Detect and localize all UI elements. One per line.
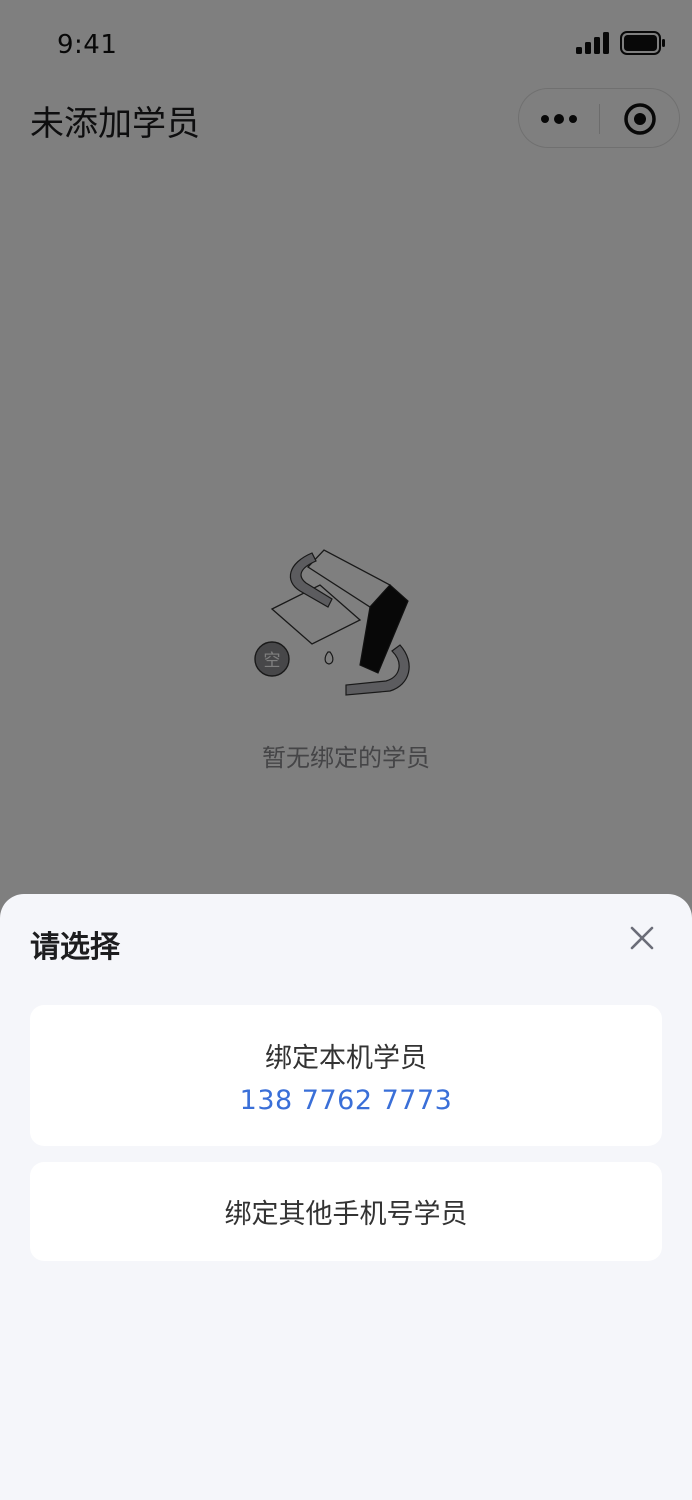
screen: 9:41 未添加学员	[0, 0, 692, 1500]
bind-local-student-option[interactable]: 绑定本机学员 138 7762 7773	[30, 1005, 662, 1146]
option-phone-number: 138 7762 7773	[239, 1084, 453, 1116]
bind-other-phone-student-option[interactable]: 绑定其他手机号学员	[30, 1162, 662, 1261]
sheet-close-button[interactable]	[622, 918, 662, 958]
sheet-title: 请选择	[30, 930, 120, 965]
option-label: 绑定本机学员	[265, 1042, 427, 1074]
close-icon	[630, 926, 654, 950]
option-label: 绑定其他手机号学员	[224, 1199, 468, 1230]
